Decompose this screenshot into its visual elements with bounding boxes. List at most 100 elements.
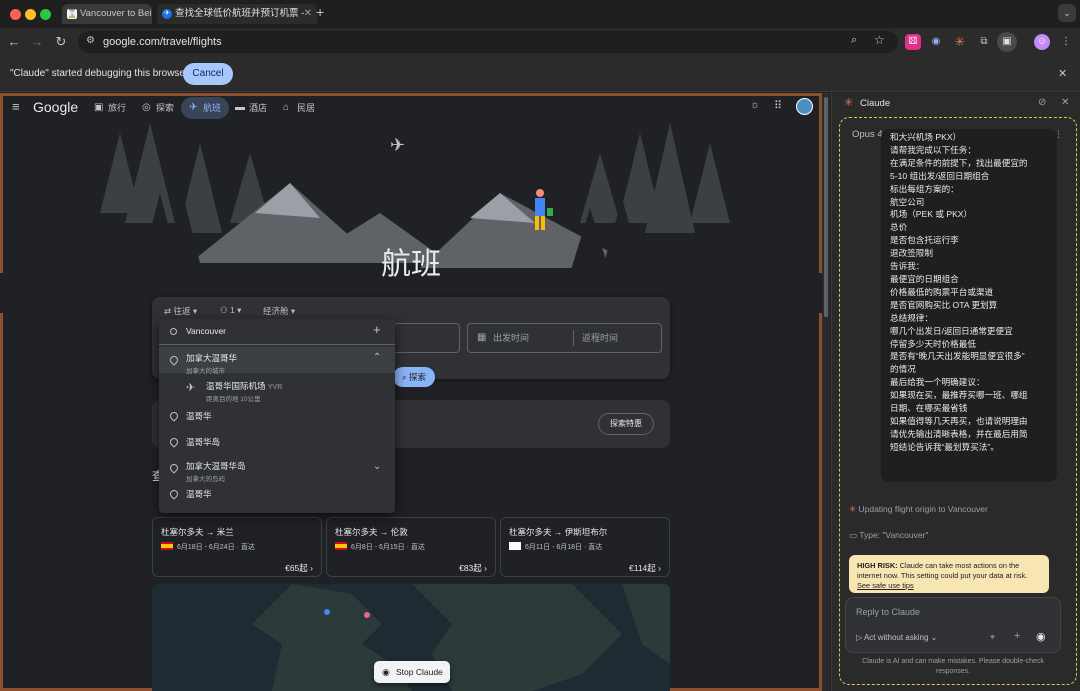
suggestion-item[interactable]: 温哥华岛 — [159, 433, 395, 453]
tab-title: 查找全球低价航班并预订机票 - — [175, 8, 305, 19]
spain-flag-icon — [161, 542, 173, 550]
stop-icon: ◉ — [382, 667, 390, 677]
calendar-icon: ▦ — [477, 332, 487, 343]
panel-title: Claude — [860, 98, 891, 109]
minimize-window-icon[interactable] — [25, 9, 36, 20]
suitcase-icon: ▣ — [94, 102, 104, 113]
unpin-icon[interactable]: ⊘ — [1038, 97, 1046, 108]
origin-input-value: Vancouver — [186, 326, 227, 336]
cabin-select[interactable]: 经济舱 ▾ — [263, 305, 295, 317]
disclaimer: Claude is AI and can make mistakes. Plea… — [862, 658, 1044, 675]
theme-icon[interactable]: ☼ — [750, 99, 760, 111]
stop-claude-button[interactable]: ◉ Stop Claude — [374, 661, 450, 683]
suggestion-item[interactable]: 加拿大温哥华岛 加拿大的岛屿 ⌄ — [159, 455, 395, 483]
extensions-puzzle-icon[interactable]: ⧉ — [976, 34, 992, 50]
select-element-icon[interactable]: ⌖ — [990, 632, 995, 643]
close-window-icon[interactable] — [10, 9, 21, 20]
close-infobar-icon[interactable]: ✕ — [1058, 67, 1067, 80]
collapse-chevron-icon[interactable]: ⌃ — [373, 352, 381, 363]
origin-input[interactable]: Vancouver + — [159, 319, 395, 345]
close-panel-icon[interactable]: ✕ — [1061, 97, 1069, 108]
forward-icon[interactable]: → — [28, 33, 46, 51]
tab-google-flights[interactable]: ✈ 查找全球低价航班并预订机票 - ✕ — [157, 4, 317, 24]
flights-favicon-icon: ✈ — [162, 9, 172, 19]
route-card[interactable]: 杜塞尔多夫 → 伊斯坦布尔 6月11日 - 6月18日 · 直达 €114起 › — [500, 517, 670, 577]
side-panel-icon[interactable]: ▣ — [997, 32, 1017, 52]
record-icon[interactable]: ◉ — [1036, 630, 1046, 643]
claude-side-panel: ✳ Claude ⊘ ✕ Opus 4.6 ⌄ ◷ ⊕ ⋮ 和大兴机场 PKX）… — [831, 93, 1080, 691]
profile-avatar-icon[interactable]: ☺ — [1034, 34, 1050, 50]
safe-use-link[interactable]: See safe use tips — [857, 581, 914, 590]
explore-button[interactable]: ⌕ 探索 — [393, 367, 435, 387]
plane-silhouette-icon: ✈ — [390, 135, 405, 156]
map-marker — [324, 609, 330, 615]
bookmark-star-icon[interactable]: ☆ — [874, 33, 885, 47]
attach-plus-icon[interactable]: + — [1014, 630, 1020, 642]
main-menu-icon[interactable]: ≡ — [12, 99, 20, 114]
route-card[interactable]: 杜塞尔多夫 → 伦敦 6月8日 - 6月15日 · 直达 €83起 › — [326, 517, 496, 577]
google-logo[interactable]: Google — [33, 99, 78, 115]
suggestion-item-airport[interactable]: ✈ 温哥华国际机场 YVR 距离目的地 10公里 — [159, 375, 395, 403]
reply-box[interactable]: Reply to Claude ▷ Act without asking ⌄ ⌖… — [845, 597, 1061, 653]
dates-field[interactable]: ▦ 出发时间 返程时间 — [467, 323, 662, 353]
site-info-icon[interactable]: ⚙ — [86, 35, 95, 46]
location-pin-icon — [168, 436, 180, 448]
nav-explore[interactable]: ◎ 探索 — [134, 97, 182, 119]
close-tab-icon[interactable]: ✕ — [304, 4, 312, 24]
debug-message: "Claude" started debugging this browser — [10, 68, 189, 79]
origin-circle-icon — [170, 328, 177, 335]
user-message: 和大兴机场 PKX） 请帮我完成以下任务： 在满足条件的前提下，找出最便宜的 5… — [881, 129, 1057, 482]
status-type-action: ▭ Type: "Vancouver" — [849, 530, 929, 540]
return-date[interactable]: 返程时间 — [582, 324, 618, 352]
new-tab-icon[interactable]: + — [316, 4, 324, 20]
back-icon[interactable]: ← — [5, 33, 23, 51]
chevron-right-icon: › — [658, 563, 661, 573]
extension-shield-icon[interactable]: ◉ — [928, 34, 944, 50]
maximize-window-icon[interactable] — [40, 9, 51, 20]
reload-icon[interactable]: ↻ — [52, 33, 70, 51]
explore-icon: ◎ — [142, 102, 151, 113]
tab-search-icon[interactable]: ⌄ — [1058, 4, 1076, 22]
add-origin-icon[interactable]: + — [373, 322, 381, 337]
nav-hotels[interactable]: ▬ 酒店 — [227, 97, 275, 119]
tab-vancouver[interactable]: ⌛ Vancouver to Bei — [62, 4, 152, 24]
date-divider — [573, 330, 574, 346]
apps-grid-icon[interactable]: ⠿ — [774, 99, 782, 112]
location-pin-icon — [168, 354, 180, 366]
claude-extension-icon[interactable]: ✳ — [952, 34, 968, 50]
url-text: google.com/travel/flights — [103, 36, 222, 48]
trip-type-select[interactable]: ⇄ 往返 ▾ — [164, 305, 197, 317]
suggestion-item[interactable]: 温哥华 — [159, 407, 395, 427]
airplane-icon: ✈ — [189, 102, 198, 113]
airplane-icon: ✈ — [186, 382, 196, 394]
chevron-right-icon: › — [484, 563, 487, 573]
suggestion-item[interactable]: 温哥华 — [159, 485, 395, 505]
chevron-right-icon: › — [310, 563, 313, 573]
menu-dots-icon[interactable]: ⋮ — [1058, 34, 1074, 50]
route-card[interactable]: 杜塞尔多夫 → 米兰 6月18日 - 6月24日 · 直达 €65起 › — [152, 517, 322, 577]
extension-pink-icon[interactable]: ⚄ — [905, 34, 921, 50]
act-mode-icon: ▷ — [856, 633, 864, 642]
scrollbar-thumb[interactable] — [824, 97, 828, 317]
nav-vacation-rentals[interactable]: ⌂ 民居 — [275, 97, 323, 119]
suggestion-item[interactable]: 加拿大温哥华 加拿大的城市 ⌃ — [159, 347, 395, 375]
page-title: 航班 — [381, 247, 441, 282]
explore-deals-button[interactable]: 探索特惠 — [598, 413, 654, 435]
claude-header: ✳ Claude ⊘ ✕ — [832, 93, 1080, 115]
destination-field[interactable] — [392, 323, 460, 353]
nav-travel[interactable]: ▣ 旅行 — [86, 97, 134, 119]
person-icon: ⚇ — [220, 305, 230, 315]
depart-date[interactable]: 出发时间 — [493, 324, 529, 352]
map-marker — [364, 612, 370, 618]
page-scrollbar[interactable] — [822, 93, 830, 691]
cancel-debug-button[interactable]: Cancel — [183, 63, 233, 85]
account-avatar-icon[interactable] — [796, 98, 813, 115]
nav-flights[interactable]: ✈ 航班 — [181, 97, 230, 119]
house-icon: ⌂ — [283, 102, 290, 113]
zoom-icon[interactable]: ⌕ — [851, 34, 857, 47]
expand-chevron-icon[interactable]: ⌄ — [373, 461, 381, 472]
passengers-select[interactable]: ⚇ 1 ▾ — [220, 305, 241, 316]
reply-input[interactable]: Reply to Claude — [856, 607, 920, 617]
act-mode-select[interactable]: ▷ Act without asking ⌄ — [856, 633, 937, 642]
address-bar[interactable]: ⚙ google.com/travel/flights ⌕ ☆ — [78, 31, 898, 53]
